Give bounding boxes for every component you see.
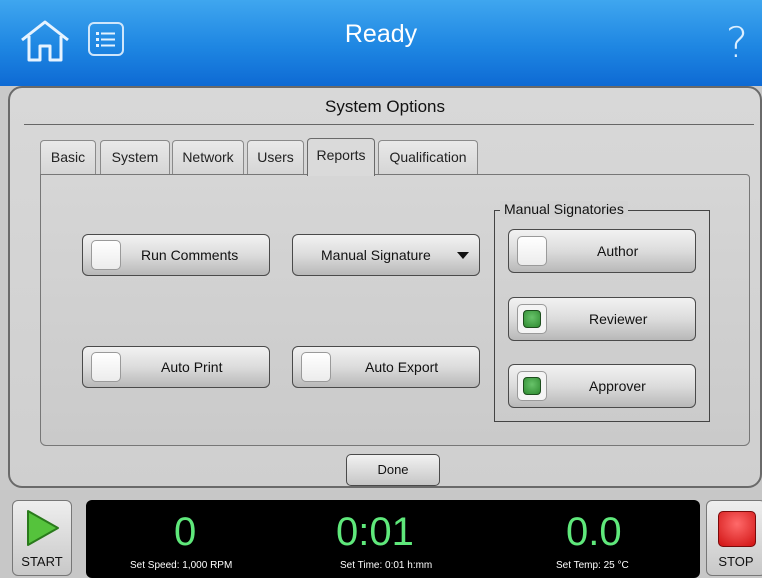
temp-value: 0.0 [566, 510, 622, 554]
speed-value: 0 [174, 510, 197, 554]
start-button[interactable]: START [12, 500, 72, 576]
tab-system[interactable]: System [100, 140, 170, 174]
divider [24, 124, 754, 125]
top-bar: Ready ? [0, 0, 762, 86]
set-speed-label: Set Speed: 1,000 RPM [130, 560, 233, 571]
screen-title: Ready [344, 20, 418, 48]
time-value: 0:01 [336, 510, 414, 554]
auto-export-checkbox [301, 352, 331, 382]
stop-button[interactable]: STOP [706, 500, 762, 576]
author-label: Author [597, 243, 639, 259]
start-label: START [21, 554, 63, 569]
approver-checkbox [517, 371, 547, 401]
manual-signature-label: Manual Signature [321, 247, 431, 263]
dialog-title: System Options [325, 97, 445, 116]
manual-signature-dropdown[interactable]: Manual Signature [292, 234, 480, 276]
tab-network[interactable]: Network [172, 140, 244, 174]
set-time-label: Set Time: 0:01 h:mm [340, 560, 433, 571]
run-comments-label: Run Comments [141, 247, 239, 263]
tab-reports[interactable]: Reports [307, 138, 375, 176]
stop-icon [718, 511, 756, 547]
approver-toggle[interactable]: Approver [508, 364, 696, 408]
run-comments-checkbox [91, 240, 121, 270]
play-icon [27, 510, 59, 546]
auto-export-toggle[interactable]: Auto Export [292, 346, 480, 388]
dropdown-arrow-icon [457, 252, 469, 259]
tab-basic[interactable]: Basic [40, 140, 96, 174]
run-readout-panel: 0 Set Speed: 1,000 RPM 0:01 Set Time: 0:… [86, 500, 700, 578]
reviewer-checkbox [517, 304, 547, 334]
auto-print-label: Auto Print [161, 359, 223, 375]
reviewer-toggle[interactable]: Reviewer [508, 297, 696, 341]
reviewer-label: Reviewer [589, 311, 648, 327]
auto-export-label: Auto Export [365, 359, 439, 375]
stop-label: STOP [718, 554, 754, 569]
approver-label: Approver [589, 378, 646, 394]
run-comments-toggle[interactable]: Run Comments [82, 234, 270, 276]
done-button[interactable]: Done [346, 454, 440, 486]
author-toggle[interactable]: Author [508, 229, 696, 273]
auto-print-toggle[interactable]: Auto Print [82, 346, 270, 388]
manual-signatories-legend: Manual Signatories [500, 201, 628, 217]
help-icon[interactable]: ? [726, 18, 748, 67]
author-checkbox [517, 236, 547, 266]
auto-print-checkbox [91, 352, 121, 382]
tab-users[interactable]: Users [247, 140, 304, 174]
tab-qualification[interactable]: Qualification [378, 140, 478, 174]
set-temp-label: Set Temp: 25 °C [556, 560, 629, 571]
